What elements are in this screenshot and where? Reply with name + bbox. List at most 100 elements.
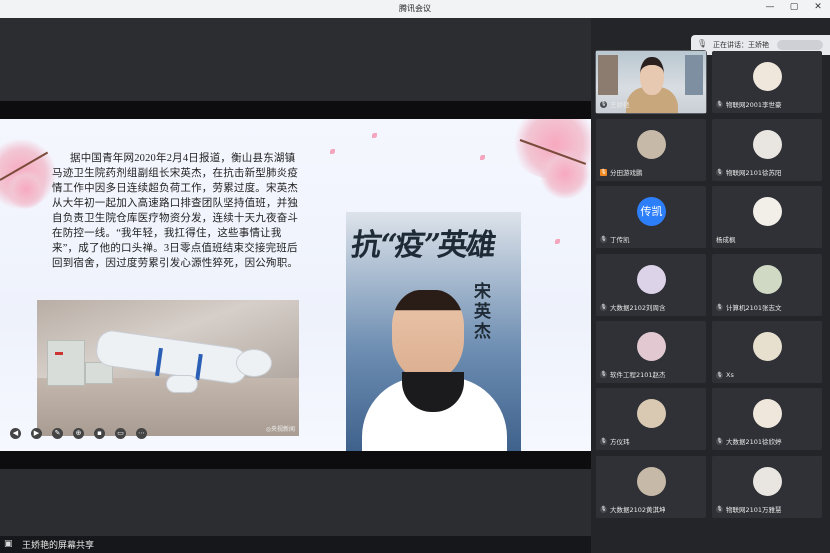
participant-tile[interactable]: 🎙 Xs (712, 321, 822, 383)
mic-off-icon: 🎙 (600, 505, 607, 513)
participant-name-row: 🎙 软件工程2101赵杰 (600, 369, 666, 379)
participant-name-row: 杨成枫 (716, 234, 736, 244)
participant-panel: 🎙 正在讲话：王娇艳 🎙 王娇艳 🎙 物联网2001李世豪 🎙 分田游戏鹏 🎙 物联网2101… (591, 18, 830, 553)
avatar (753, 399, 782, 428)
participant-tile[interactable]: 🎙 物联网2101徐苏阳 (712, 119, 822, 181)
presentation-slide: 据中国青年网2020年2月4日报道，衡山县东湖镇马迹卫生院药剂组副组长宋英杰，在… (0, 119, 591, 451)
participant-tile[interactable]: 🎙 王娇艳 (595, 50, 707, 114)
participant-name: 软件工程2101赵杰 (610, 371, 666, 379)
participant-name: 大数据2102刘周含 (610, 304, 666, 312)
petal-decoration (555, 239, 560, 244)
participant-name-row: 🎙 分田游戏鹏 (600, 167, 643, 177)
letterbox-top (0, 101, 591, 119)
participant-name-row: 🎙 Xs (716, 371, 734, 379)
letterbox-bottom (0, 451, 591, 469)
screen-share-icon: ▣ (4, 539, 13, 549)
mic-off-icon: 🎙 (716, 168, 723, 176)
participant-tile[interactable]: 🎙 分田游戏鹏 (596, 119, 706, 181)
participant-tile[interactable]: 🎙 大数据2102黄淇坤 (596, 456, 706, 518)
slide-body-text: 据中国青年网2020年2月4日报道，衡山县东湖镇马迹卫生院药剂组副组长宋英杰，在… (52, 153, 299, 269)
subtitle-icon[interactable]: ▭ (115, 428, 126, 439)
news-photo: ◎央视新闻 (37, 300, 299, 436)
avatar (637, 130, 666, 159)
avatar: 传凯 (637, 197, 666, 226)
mic-off-icon: 🎙 (716, 100, 723, 108)
pen-icon[interactable]: ✎ (52, 428, 63, 439)
mic-off-icon: 🎙 (600, 168, 607, 176)
poster-title: 抗“疫”英雄 (349, 228, 497, 263)
participant-name-row: 🎙 物联网2101万雅慧 (716, 504, 782, 514)
participant-name: 物联网2101徐苏阳 (726, 169, 782, 177)
maximize-button[interactable]: ▢ (788, 2, 800, 12)
portrait-head (392, 290, 464, 380)
participant-name: 物联网2001李世豪 (726, 101, 782, 109)
participant-tile[interactable]: 🎙 方仪玮 (596, 388, 706, 450)
medical-box (47, 340, 85, 386)
participant-name-row: 🎙 丁传凯 (600, 234, 630, 244)
participant-name-row: 🎙 方仪玮 (600, 436, 630, 446)
participant-name-row: 🎙 王娇艳 (600, 99, 630, 109)
camera-icon[interactable]: ▪ (94, 428, 105, 439)
speaking-label: 正在讲话：王娇艳 (713, 41, 769, 49)
participant-name-row: 🎙 物联网2001李世豪 (716, 99, 782, 109)
mic-off-icon: 🎙 (716, 437, 723, 445)
participant-name: 大数据2101徐欣婷 (726, 438, 782, 446)
blossom-decoration (6, 169, 46, 209)
mic-icon: 🎙 (697, 39, 708, 48)
avatar (753, 62, 782, 91)
participant-name-row: 🎙 大数据2102刘周含 (600, 302, 666, 312)
prev-slide-icon[interactable]: ◀ (10, 428, 21, 439)
close-button[interactable]: ✕ (812, 2, 824, 12)
petal-decoration (372, 133, 377, 138)
window-title: 腾讯会议 (399, 4, 431, 13)
avatar (637, 467, 666, 496)
participant-name: 丁传凯 (610, 236, 630, 244)
minimize-button[interactable]: — (764, 2, 776, 12)
avatar (753, 130, 782, 159)
petal-decoration (480, 155, 485, 160)
participant-name: 杨成枫 (716, 236, 736, 244)
participant-name: 计算机2101张志文 (726, 304, 782, 312)
mic-off-icon: 🎙 (716, 505, 723, 513)
title-bar: 腾讯会议 — ▢ ✕ (0, 0, 830, 19)
avatar (753, 265, 782, 294)
participant-name: Xs (726, 371, 734, 379)
avatar (753, 197, 782, 226)
poster-name: 宋英杰 (474, 282, 491, 342)
mic-on-icon: 🎙 (600, 100, 607, 108)
participant-name: 王娇艳 (610, 101, 630, 109)
participant-name-row: 🎙 大数据2102黄淇坤 (600, 504, 666, 514)
mic-off-icon: 🎙 (716, 303, 723, 311)
avatar (753, 467, 782, 496)
participant-tile[interactable]: 🎙 计算机2101张志文 (712, 254, 822, 316)
petal-decoration (330, 149, 335, 154)
participant-tile[interactable]: 🎙 大数据2101徐欣婷 (712, 388, 822, 450)
participant-tile[interactable]: 🎙 物联网2101万雅慧 (712, 456, 822, 518)
hood (237, 350, 271, 376)
mic-off-icon: 🎙 (716, 371, 723, 379)
zoom-icon[interactable]: ⊕ (73, 428, 84, 439)
avatar (637, 265, 666, 294)
speaking-level-icon (777, 40, 823, 50)
screen-share-label: 王娇艳的屏幕共享 (22, 541, 95, 551)
screen-share-bar[interactable]: ▣ 王娇艳的屏幕共享 (0, 536, 591, 553)
more-icon[interactable]: ⋯ (136, 428, 147, 439)
mic-off-icon: 🎙 (600, 437, 607, 445)
mic-off-icon: 🎙 (600, 303, 607, 311)
hero-poster: 抗“疫”英雄 宋英杰 (346, 212, 521, 451)
next-slide-icon[interactable]: ▶ (31, 428, 42, 439)
participant-tile[interactable]: 🎙 软件工程2101赵杰 (596, 321, 706, 383)
mic-off-icon: 🎙 (600, 235, 607, 243)
participant-tile[interactable]: 传凯 🎙 丁传凯 (596, 186, 706, 248)
participant-name-row: 🎙 物联网2101徐苏阳 (716, 167, 782, 177)
avatar (637, 399, 666, 428)
participant-tile[interactable]: 🎙 大数据2102刘周含 (596, 254, 706, 316)
participant-name-row: 🎙 计算机2101张志文 (716, 302, 782, 312)
participant-tile[interactable]: 🎙 物联网2001李世豪 (712, 51, 822, 113)
avatar (753, 332, 782, 361)
participant-tile[interactable]: 杨成枫 (712, 186, 822, 248)
slide-controls: ◀ ▶ ✎ ⊕ ▪ ▭ ⋯ (10, 428, 147, 439)
participant-name: 分田游戏鹏 (610, 169, 643, 177)
shared-screen[interactable]: 据中国青年网2020年2月4日报道，衡山县东湖镇马迹卫生院药剂组副组长宋英杰，在… (0, 18, 591, 553)
mic-off-icon: 🎙 (600, 370, 607, 378)
